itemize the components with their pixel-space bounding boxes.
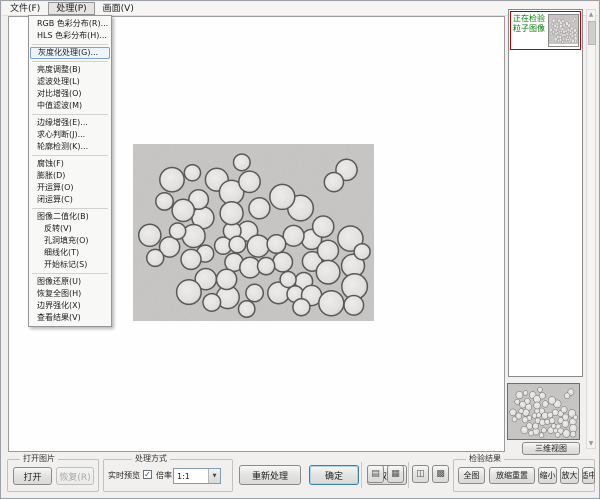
menu-separator (32, 155, 108, 156)
grid-tool-button[interactable]: ▩ (432, 465, 449, 483)
menu-item[interactable]: 开运算(O) (29, 182, 111, 194)
list-item-selected[interactable]: 正在检验 粒子图像 (510, 11, 581, 50)
ratio-select[interactable]: 1:1 ▼ (173, 468, 221, 484)
live-preview-checkbox[interactable]: ✓ (143, 470, 152, 479)
menu-item[interactable]: 亮度调整(B) (29, 64, 111, 76)
menu-separator (32, 61, 108, 62)
toolbar-divider (361, 462, 362, 488)
ok-button[interactable]: 确定 (309, 465, 359, 485)
open-image-group-label: 打开图片 (20, 454, 58, 464)
scroll-up-icon[interactable]: ▲ (587, 10, 595, 19)
menu-item[interactable]: 边界强化(X) (29, 300, 111, 312)
scroll-down-icon[interactable]: ▼ (587, 439, 595, 448)
menu-item[interactable]: 开始标记(S) (29, 259, 111, 271)
menu-item[interactable]: RGB 色彩分布(R)... (29, 18, 111, 30)
menu-separator (32, 114, 108, 115)
ratio-select-value: 1:1 (174, 472, 208, 481)
process-mode-group-label: 处理方式 (132, 454, 170, 464)
live-preview-label: 实时预览 (108, 471, 140, 481)
result-button-1[interactable]: 放缩重置 (489, 467, 535, 484)
menubar-item-view-menu[interactable]: 画面(V) (95, 2, 142, 15)
menu-item[interactable]: 求心判断(J)... (29, 129, 111, 141)
menu-item[interactable]: 孔洞填充(O) (29, 235, 111, 247)
menu-item[interactable]: 图像还原(U) (29, 276, 111, 288)
palette-tool-button[interactable]: ▦ (387, 465, 404, 483)
ratio-label: 倍率: (156, 471, 175, 481)
image-list[interactable]: 正在检验 粒子图像 (508, 9, 583, 377)
app-window: 文件(F)处理(P)画面(V) RGB 色彩分布(R)...HLS 色彩分布(H… (0, 0, 600, 499)
menu-item[interactable]: 边缘增强(E)... (29, 117, 111, 129)
list-item-label: 正在检验 粒子图像 (511, 12, 547, 49)
menu-item[interactable]: 细线化(T) (29, 247, 111, 259)
menu-item[interactable]: 滤波处理(L) (29, 76, 111, 88)
toolbar-divider (408, 462, 409, 488)
menu-separator (32, 44, 108, 45)
menu-separator (32, 273, 108, 274)
result-button-4[interactable]: 适中 (582, 467, 595, 484)
specimen-image (133, 144, 374, 321)
reprocess-button[interactable]: 重新处理 (239, 465, 301, 485)
menu-item[interactable]: 腐蚀(F) (29, 158, 111, 170)
result-button-0[interactable]: 全图 (458, 467, 485, 484)
menu-item[interactable]: HLS 色彩分布(H)... (29, 30, 111, 42)
menu-item[interactable]: 图像二值化(B) (29, 211, 111, 223)
menubar-item-file-menu[interactable]: 文件(F) (2, 2, 48, 15)
menu-item[interactable]: 对比增强(O) (29, 88, 111, 100)
preview-thumbnail[interactable] (507, 383, 580, 440)
menu-item[interactable]: 灰度化处理(G)... (30, 47, 110, 59)
scrollbar-thumb[interactable] (588, 21, 596, 45)
menu-separator (32, 208, 108, 209)
result-button-3[interactable]: 放大 (560, 467, 579, 484)
compare-tool-button[interactable]: ◫ (412, 465, 429, 483)
list-item-thumbnail (548, 14, 579, 47)
checkmark-icon: ✓ (144, 470, 151, 479)
menubar-item-process-menu[interactable]: 处理(P) (48, 2, 94, 15)
menu-item[interactable]: 中值滤波(M) (29, 100, 111, 112)
histogram-tool-button[interactable]: ▤ (367, 465, 384, 483)
preview-button[interactable]: 三维视图 (522, 442, 580, 455)
result-group-label: 检验结果 (466, 454, 504, 464)
menu-item[interactable]: 闭运算(C) (29, 194, 111, 206)
menu-item[interactable]: 查看结果(V) (29, 312, 111, 324)
menu-item[interactable]: 轮廓检测(K)... (29, 141, 111, 153)
chevron-down-icon[interactable]: ▼ (208, 469, 220, 483)
sidebar-scrollbar[interactable]: ▲ ▼ (586, 9, 596, 449)
process-menu-dropdown: RGB 色彩分布(R)...HLS 色彩分布(H)... 灰度化处理(G)... 亮… (28, 15, 112, 327)
menu-item[interactable]: 反转(V) (29, 223, 111, 235)
list-item-line1: 正在检验 (513, 14, 546, 24)
open-button[interactable]: 打开 (13, 467, 52, 485)
list-item-line2: 粒子图像 (513, 24, 546, 34)
result-button-2[interactable]: 缩小 (538, 467, 557, 484)
menu-item[interactable]: 膨胀(D) (29, 170, 111, 182)
restore-button[interactable]: 恢复(R) (56, 467, 94, 485)
menu-item[interactable]: 恢复全图(H) (29, 288, 111, 300)
